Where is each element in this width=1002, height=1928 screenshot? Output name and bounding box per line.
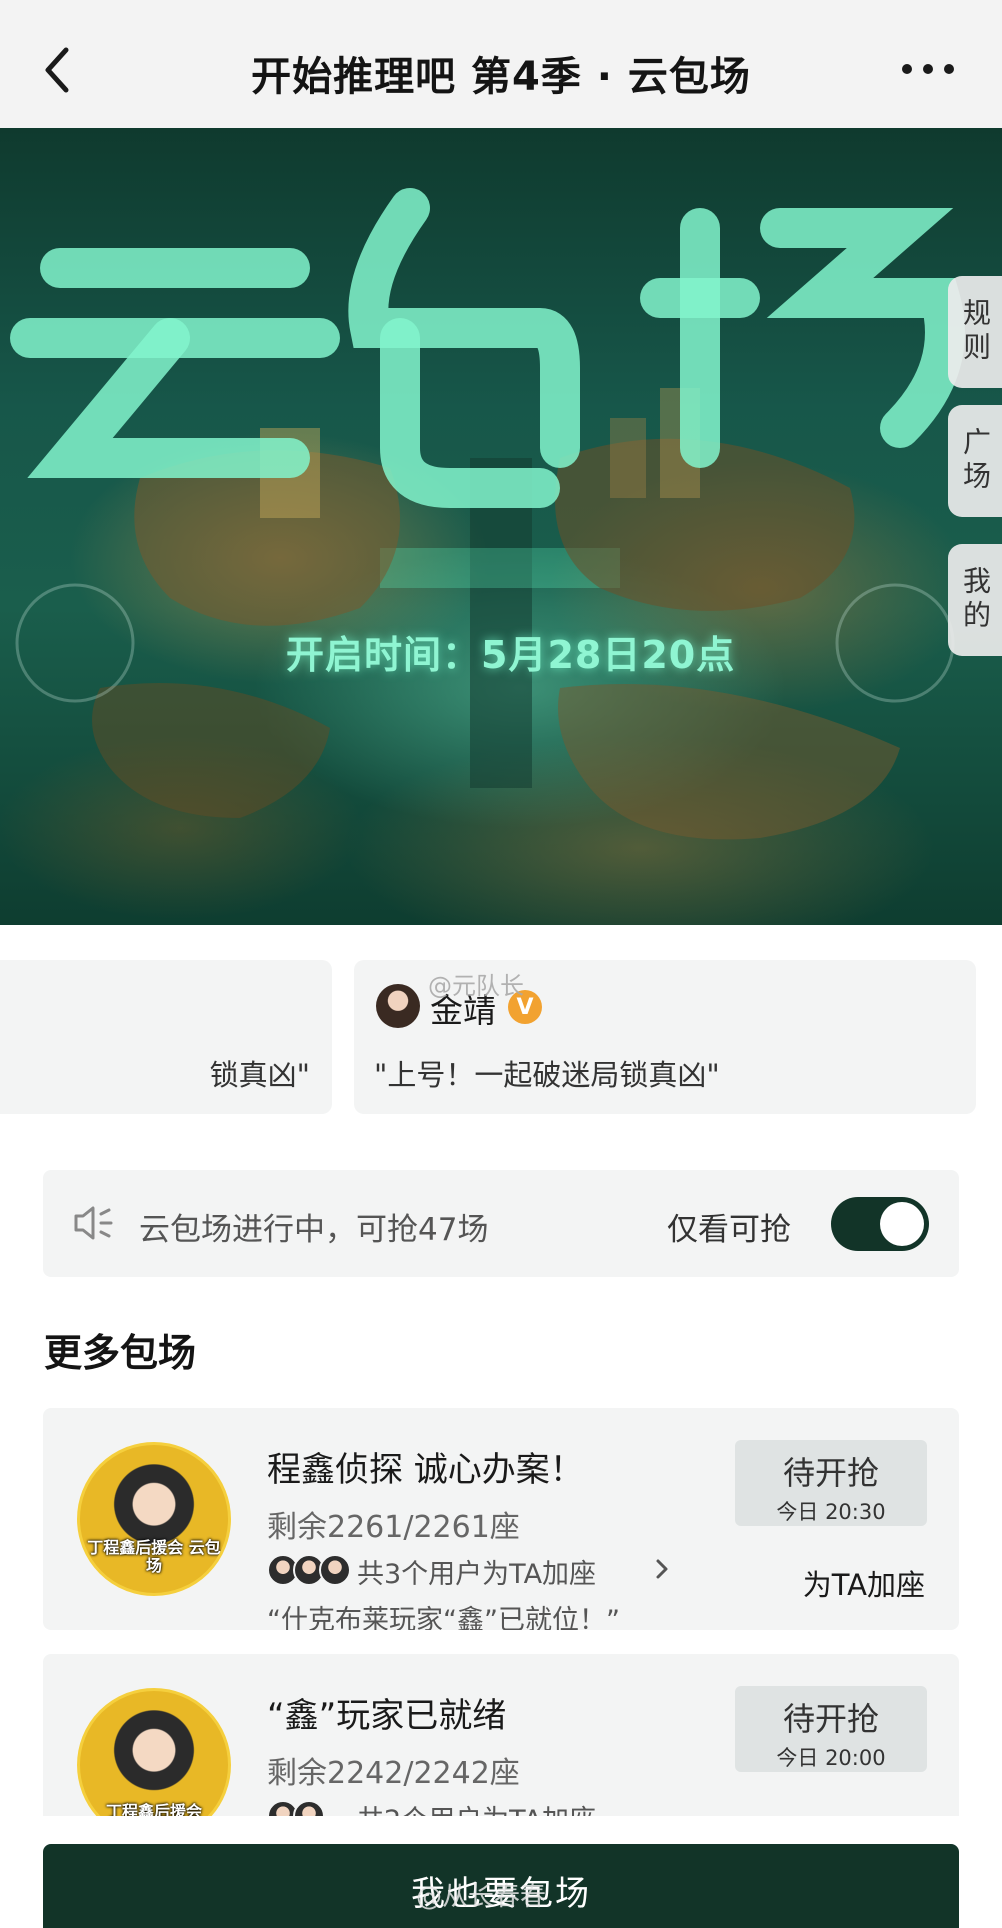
add-seat-button[interactable]: 为TA加座 — [803, 1808, 925, 1816]
grab-status-button[interactable]: 待开抢 今日 20:30 — [735, 1440, 927, 1526]
hero-banner: 开启时间：5月28日20点 规则 广场 我的 — [0, 128, 1002, 925]
session-seats: 剩余2242/2242座 — [267, 1756, 520, 1791]
session-title: 程鑫侦探 诚心办案！ — [267, 1450, 584, 1490]
filter-label: 仅看可抢 — [667, 1212, 791, 1248]
supporter-avatars — [267, 1800, 353, 1816]
notice-text: 云包场进行中，可抢47场 — [139, 1212, 489, 1248]
status-label: 待开抢 — [782, 1700, 879, 1738]
supporter-avatars — [267, 1554, 353, 1586]
page-title: 开始推理吧 第4季 · 云包场 — [251, 54, 751, 100]
status-label: 待开抢 — [782, 1454, 879, 1492]
status-time: 今日 20:30 — [776, 1500, 886, 1524]
session-comment: “什克布莱玩家“鑫”已就位！” — [267, 1605, 620, 1630]
section-title: 更多包场 — [44, 1331, 197, 1375]
more-options-icon[interactable] — [898, 60, 958, 80]
avatar — [376, 984, 420, 1028]
supporter-count[interactable]: 共3个用户为TA加座 — [357, 1552, 596, 1591]
watermark: @元队长 — [428, 972, 524, 1000]
poster-caption: 丁程鑫后援会 — [105, 1802, 202, 1817]
session-card[interactable]: 丁程鑫后援会 云包场 程鑫侦探 诚心办案！ 剩余2261/2261座 共3个用户… — [43, 1408, 959, 1630]
tab-square[interactable]: 广场 — [948, 405, 1002, 517]
session-poster: 丁程鑫后援会 云包场 — [77, 1442, 231, 1596]
session-card[interactable]: 丁程鑫后援会 “鑫”玩家已就绪 剩余2242/2242座 共2个用户为TA加座 … — [43, 1654, 959, 1816]
session-seats: 剩余2261/2261座 — [267, 1510, 520, 1545]
quote-card[interactable]: 锁真凶" — [0, 960, 332, 1114]
notice-bar: 云包场进行中，可抢47场 仅看可抢 — [43, 1170, 959, 1277]
quote-text: 锁真凶" — [209, 1058, 310, 1092]
poster-caption: 丁程鑫后援会 云包场 — [87, 1538, 221, 1575]
session-title: “鑫”玩家已就绪 — [267, 1696, 507, 1736]
watermark: @从长春春 — [416, 1882, 547, 1912]
session-poster: 丁程鑫后援会 — [77, 1688, 231, 1816]
supporter-count[interactable]: 共2个用户为TA加座 — [357, 1798, 596, 1816]
status-time: 今日 20:00 — [776, 1746, 886, 1770]
tab-mine[interactable]: 我的 — [948, 544, 1002, 656]
session-list: 丁程鑫后援会 云包场 程鑫侦探 诚心办案！ 剩余2261/2261座 共3个用户… — [43, 1408, 959, 1816]
grab-status-button[interactable]: 待开抢 今日 20:00 — [735, 1686, 927, 1772]
only-available-toggle[interactable] — [831, 1197, 929, 1251]
toggle-knob — [880, 1202, 924, 1246]
add-seat-button[interactable]: 为TA加座 — [803, 1562, 925, 1604]
tab-rules[interactable]: 规则 — [948, 276, 1002, 388]
banner-artwork — [10, 188, 965, 840]
quote-text: "上号！一起破迷局锁真凶" — [374, 1058, 720, 1092]
chevron-right-icon[interactable] — [655, 1558, 669, 1580]
top-nav-bar: 开始推理吧 第4季 · 云包场 — [0, 0, 1002, 128]
banner-open-time: 开启时间：5月28日20点 — [286, 633, 736, 677]
speaker-icon — [73, 1204, 115, 1242]
